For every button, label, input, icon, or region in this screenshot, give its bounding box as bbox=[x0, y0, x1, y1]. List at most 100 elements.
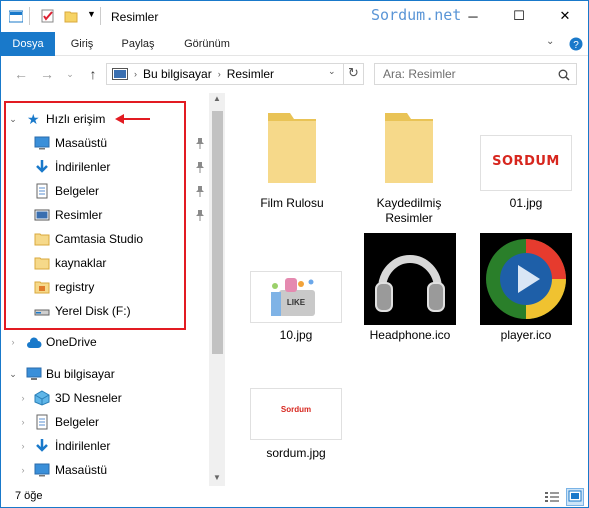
image-thumbnail[interactable]: SORDUM bbox=[480, 135, 572, 191]
file-name[interactable]: Headphone.ico bbox=[355, 328, 465, 343]
chevron-down-icon[interactable]: ⌄ bbox=[8, 369, 18, 379]
forward-button[interactable]: → bbox=[37, 64, 57, 84]
folder-icon[interactable] bbox=[363, 99, 455, 191]
nav-item[interactable]: Yerel Disk (F:) bbox=[1, 299, 209, 323]
new-folder-icon[interactable] bbox=[64, 9, 78, 23]
nav-item[interactable]: Belgeler bbox=[1, 179, 209, 203]
properties-icon[interactable] bbox=[41, 9, 55, 23]
search-icon[interactable] bbox=[558, 69, 570, 81]
drive-icon bbox=[34, 309, 50, 316]
breadcrumb-this-pc[interactable]: Bu bilgisayar bbox=[143, 67, 212, 81]
chevron-right-icon[interactable]: › bbox=[18, 393, 28, 403]
nav-item[interactable]: Camtasia Studio bbox=[1, 227, 209, 251]
scrollbar-thumb[interactable] bbox=[212, 111, 223, 354]
nav-item-label: İndirilenler bbox=[55, 160, 111, 174]
nav-item[interactable]: › Belgeler bbox=[1, 410, 209, 434]
status-bar: 7 öğe bbox=[1, 486, 588, 508]
scroll-up-icon[interactable]: ▲ bbox=[213, 94, 221, 103]
nav-item[interactable]: İndirilenler bbox=[1, 155, 209, 179]
computer-icon bbox=[26, 367, 42, 380]
up-button[interactable]: ↑ bbox=[83, 64, 103, 84]
desktop-icon bbox=[34, 463, 50, 477]
image-thumbnail[interactable] bbox=[364, 233, 456, 325]
back-button[interactable]: ← bbox=[11, 64, 31, 84]
nav-item[interactable]: registry bbox=[1, 275, 209, 299]
quick-access-label: Hızlı erişim bbox=[46, 112, 106, 126]
folder-icon[interactable] bbox=[246, 99, 338, 191]
file-name[interactable]: Film Rulosu bbox=[237, 196, 347, 211]
pin-icon[interactable] bbox=[195, 185, 205, 197]
navigation-bar: ← → ⌄ ↑ › Bu bilgisayar › Resimler ⌄ ↻ A… bbox=[1, 57, 588, 91]
onedrive-item[interactable]: › OneDrive bbox=[1, 330, 209, 354]
image-thumbnail[interactable]: LIKE bbox=[250, 271, 342, 323]
nav-item-label: İndirilenler bbox=[55, 439, 111, 453]
svg-text:?: ? bbox=[573, 40, 579, 51]
file-name[interactable]: Kaydedilmiş Resimler bbox=[354, 196, 464, 226]
nav-item[interactable]: › Masaüstü bbox=[1, 458, 209, 482]
tab-home[interactable]: Giriş bbox=[63, 32, 101, 56]
address-bar[interactable]: › Bu bilgisayar › Resimler ⌄ ↻ bbox=[106, 63, 364, 85]
recent-locations-button[interactable]: ⌄ bbox=[60, 64, 80, 84]
chevron-right-icon[interactable]: › bbox=[18, 465, 28, 475]
tab-view[interactable]: Görünüm bbox=[176, 32, 238, 56]
nav-item[interactable]: Resimler bbox=[1, 203, 209, 227]
image-thumbnail[interactable] bbox=[480, 233, 572, 325]
pin-icon[interactable] bbox=[195, 161, 205, 173]
item-count: 7 öğe bbox=[15, 490, 43, 502]
breadcrumb-pictures[interactable]: Resimler bbox=[227, 67, 274, 81]
chevron-right-icon[interactable]: › bbox=[8, 337, 18, 347]
nav-item[interactable]: › 3D Nesneler bbox=[1, 386, 209, 410]
close-button[interactable]: ✕ bbox=[542, 1, 588, 31]
help-icon[interactable]: ? bbox=[569, 37, 583, 51]
documents-icon bbox=[36, 414, 48, 430]
navigation-pane: ⌄ ★ Hızlı erişim Masaüstü İndirilenler Bel… bbox=[1, 93, 225, 486]
file-name[interactable]: sordum.jpg bbox=[241, 446, 351, 461]
minimize-button[interactable]: ─ bbox=[450, 1, 496, 31]
refresh-icon[interactable]: ↻ bbox=[348, 65, 359, 81]
red-arrow-icon bbox=[115, 114, 150, 124]
customize-toolbar-icon[interactable]: ▼ bbox=[87, 9, 96, 19]
scroll-down-icon[interactable]: ▼ bbox=[213, 473, 221, 482]
nav-item-label: 3D Nesneler bbox=[55, 391, 122, 405]
pictures-icon bbox=[34, 209, 50, 221]
details-view-icon[interactable] bbox=[544, 489, 560, 505]
expand-ribbon-icon[interactable]: ⌄ bbox=[546, 36, 554, 47]
quick-access-item[interactable]: ⌄ ★ Hızlı erişim bbox=[1, 107, 209, 131]
file-name[interactable]: 01.jpg bbox=[471, 196, 581, 211]
chevron-right-icon[interactable]: › bbox=[18, 441, 28, 451]
nav-item[interactable]: Masaüstü bbox=[1, 131, 209, 155]
large-icons-view-icon[interactable] bbox=[566, 488, 584, 506]
this-pc-item[interactable]: ⌄ Bu bilgisayar bbox=[1, 362, 209, 386]
maximize-button[interactable]: ☐ bbox=[496, 1, 542, 31]
nav-item-label: Belgeler bbox=[55, 184, 100, 198]
onedrive-label: OneDrive bbox=[46, 335, 97, 349]
file-name[interactable]: player.ico bbox=[471, 328, 581, 343]
chevron-right-icon[interactable]: › bbox=[18, 417, 28, 427]
folder-icon bbox=[34, 257, 50, 270]
search-input[interactable]: Ara: Resimler bbox=[374, 63, 577, 85]
pictures-icon bbox=[112, 68, 128, 80]
address-dropdown-icon[interactable]: ⌄ bbox=[328, 66, 336, 77]
tab-file[interactable]: Dosya bbox=[1, 32, 55, 56]
chevron-down-icon[interactable]: ⌄ bbox=[8, 114, 18, 124]
file-name[interactable]: 10.jpg bbox=[241, 328, 351, 343]
desktop-icon bbox=[34, 136, 50, 150]
registry-folder-icon bbox=[34, 281, 50, 294]
window-title: Resimler bbox=[111, 10, 159, 24]
explorer-window: ▼ Resimler Sordum.net ─ ☐ ✕ Dosya Giriş … bbox=[0, 0, 589, 508]
cloud-icon bbox=[27, 337, 42, 348]
tab-share[interactable]: Paylaş bbox=[115, 32, 161, 56]
nav-item-label: Masaüstü bbox=[55, 136, 108, 150]
thumbnail-text: Sordum bbox=[280, 405, 312, 414]
nav-scrollbar[interactable]: ▲ ▼ bbox=[209, 93, 225, 486]
nav-item[interactable]: kaynaklar bbox=[1, 251, 209, 275]
pin-icon[interactable] bbox=[195, 209, 205, 221]
title-bar: ▼ Resimler Sordum.net ─ ☐ ✕ bbox=[1, 1, 588, 32]
nav-item[interactable]: › İndirilenler bbox=[1, 434, 209, 458]
explorer-icon[interactable] bbox=[9, 9, 23, 23]
pin-icon[interactable] bbox=[195, 137, 205, 149]
headphone-icon bbox=[375, 255, 445, 312]
thumbnail-text: LIKE bbox=[286, 298, 306, 307]
image-thumbnail[interactable]: Sordum bbox=[250, 388, 342, 440]
3d-objects-icon bbox=[34, 390, 50, 406]
